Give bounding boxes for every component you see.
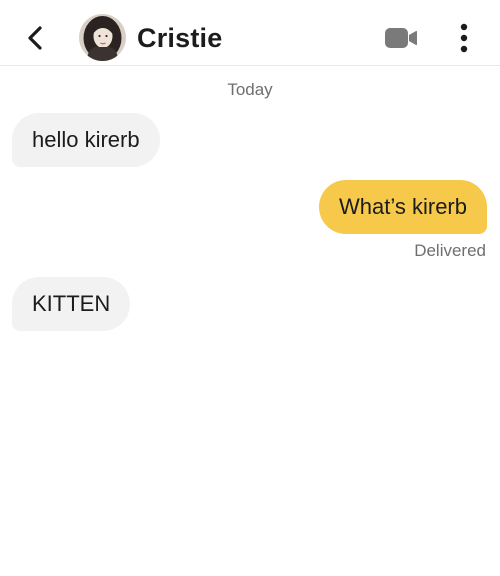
- date-separator: Today: [227, 80, 273, 99]
- back-button[interactable]: [20, 20, 50, 56]
- video-call-button[interactable]: [383, 24, 419, 52]
- vertical-dots-icon: [460, 23, 468, 53]
- message-bubble-incoming[interactable]: hello kirerb: [12, 113, 160, 167]
- contact-name[interactable]: Cristie: [137, 20, 222, 56]
- contact-avatar[interactable]: [79, 14, 126, 61]
- avatar-photo: [79, 14, 126, 61]
- chevron-left-icon: [28, 26, 42, 50]
- message-bubble-outgoing[interactable]: What’s kirerb: [319, 180, 487, 234]
- video-camera-icon: [385, 28, 417, 48]
- message-bubble-incoming[interactable]: KITTEN: [12, 277, 131, 331]
- more-options-button[interactable]: [452, 20, 476, 56]
- chat-header: Cristie: [0, 0, 500, 66]
- delivery-status: Delivered: [414, 241, 486, 260]
